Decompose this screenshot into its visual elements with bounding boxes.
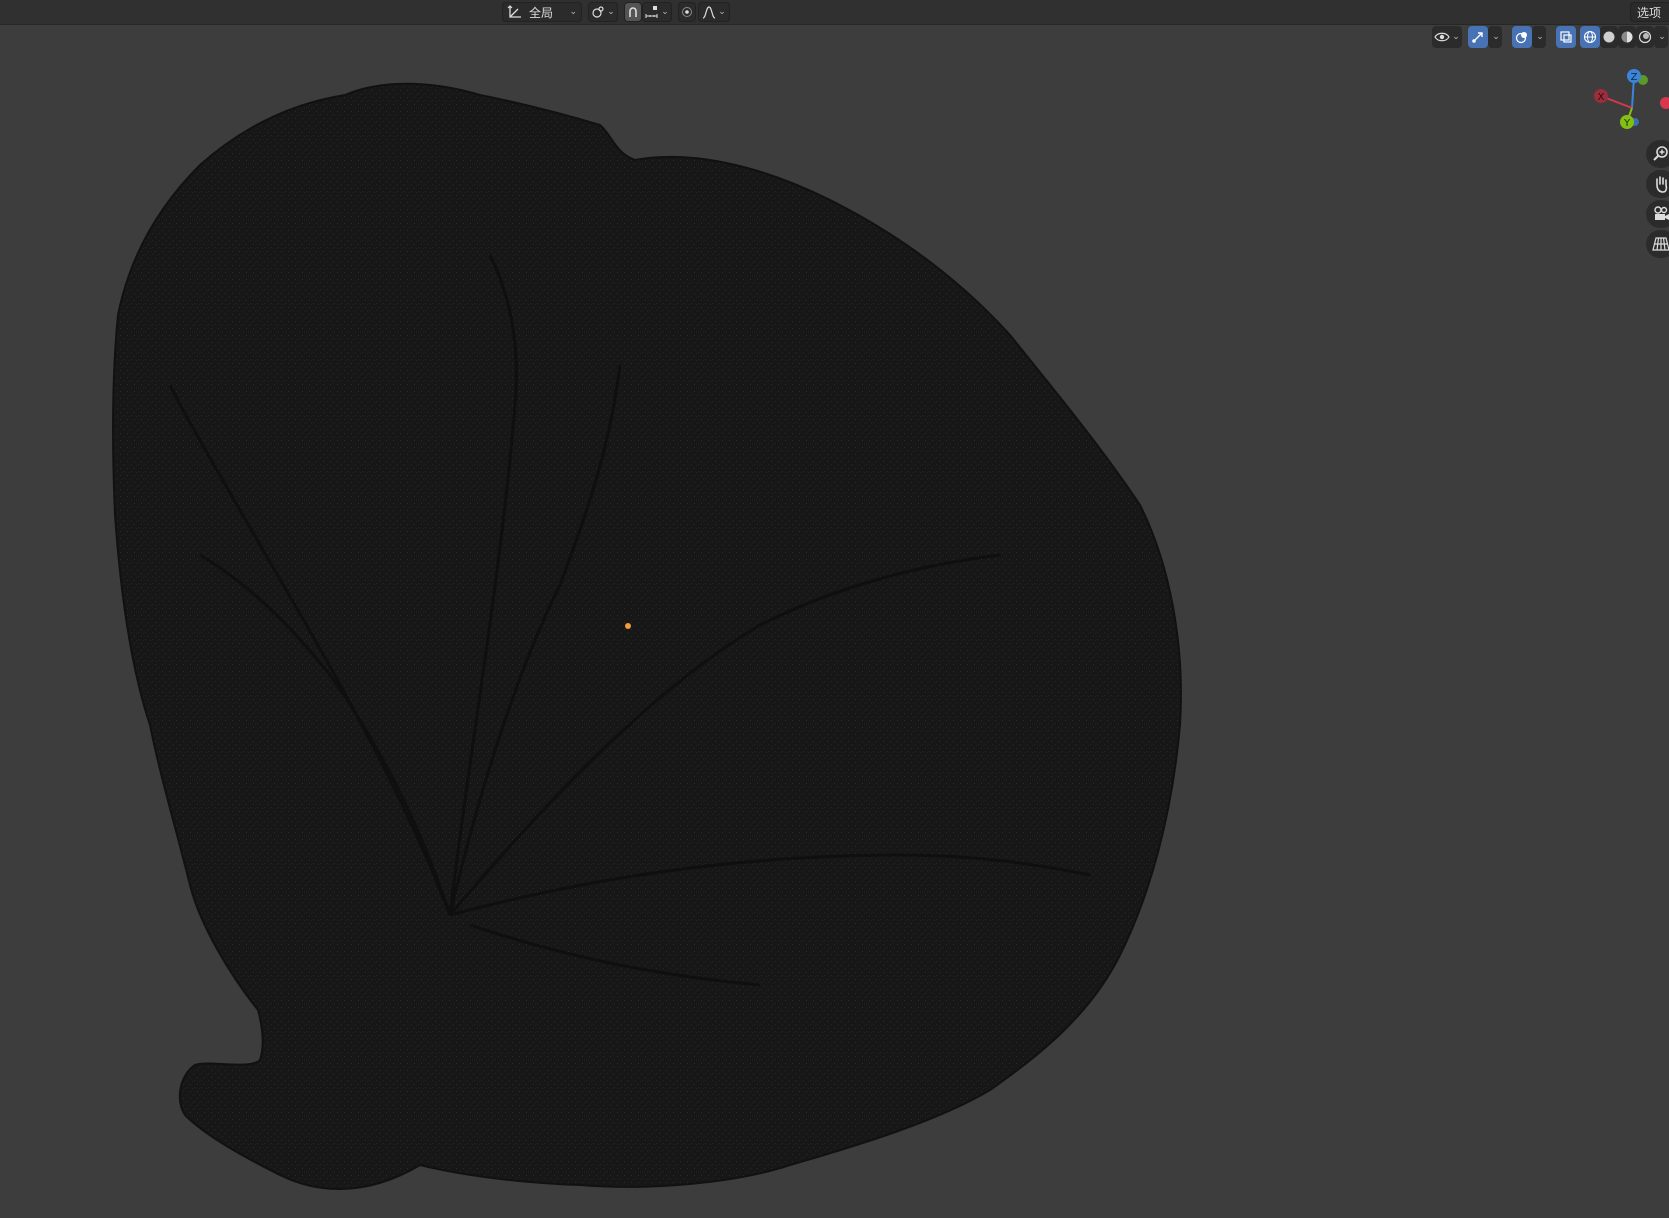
x-axis-label: X xyxy=(1598,92,1605,103)
gizmo-dropdown[interactable]: ⌄ xyxy=(1488,26,1502,48)
snap-target-dropdown[interactable]: ⌄ xyxy=(642,2,672,22)
transform-orientation-dropdown[interactable]: 全局 ⌄ xyxy=(502,2,582,22)
chevron-down-icon: ⌄ xyxy=(1658,32,1666,42)
chevron-down-icon: ⌄ xyxy=(1452,32,1460,42)
solid-shading-icon xyxy=(1603,31,1615,43)
z-axis-label: Z xyxy=(1631,72,1638,83)
ortho-grid-icon xyxy=(1652,237,1669,251)
snap-toggle[interactable] xyxy=(624,2,642,22)
3d-viewport[interactable]: ⌄ ⌄ ⌄ ⌄ Z X Y xyxy=(0,25,1669,1218)
camera-icon xyxy=(1654,206,1669,220)
chevron-down-icon: ⌄ xyxy=(1536,32,1544,42)
zoom-button[interactable] xyxy=(1646,140,1669,168)
material-shading-button[interactable] xyxy=(1618,26,1636,48)
chevron-down-icon: ⌄ xyxy=(607,7,615,17)
overlays-dropdown[interactable]: ⌄ xyxy=(1532,26,1546,48)
snap-icon xyxy=(629,7,637,17)
rendered-shading-icon xyxy=(1638,30,1652,44)
pan-hand-icon xyxy=(1656,176,1668,193)
pivot-point-icon xyxy=(592,6,604,18)
options-dropdown[interactable]: 选项 xyxy=(1630,2,1669,22)
chevron-down-icon: ⌄ xyxy=(661,7,669,17)
pivot-point-dropdown[interactable]: ⌄ xyxy=(588,2,618,22)
smooth-falloff-icon xyxy=(702,6,716,19)
options-label: 选项 xyxy=(1637,5,1662,20)
wireframe-shading-button[interactable] xyxy=(1580,26,1600,48)
chevron-down-icon: ⌄ xyxy=(1492,32,1500,42)
xray-icon xyxy=(1560,31,1572,43)
navigation-gizmo[interactable]: Z X Y xyxy=(1589,65,1669,135)
neg-x-axis-handle[interactable] xyxy=(1660,97,1669,109)
chevron-down-icon: ⌄ xyxy=(569,7,577,17)
overlays-toggle[interactable] xyxy=(1512,26,1532,48)
solid-shading-button[interactable] xyxy=(1600,26,1618,48)
proportional-editing-icon xyxy=(682,7,692,17)
camera-view-button[interactable] xyxy=(1646,200,1669,228)
transform-orientation-label: 全局 xyxy=(529,5,554,20)
proportional-falloff-dropdown[interactable]: ⌄ xyxy=(698,2,730,22)
snap-increment-icon xyxy=(645,6,658,18)
rendered-shading-button[interactable] xyxy=(1636,26,1654,48)
eye-icon xyxy=(1434,32,1450,42)
zoom-icon xyxy=(1653,146,1668,161)
wireframe-shading-icon xyxy=(1583,30,1597,44)
pan-button[interactable] xyxy=(1646,170,1669,198)
ortho-toggle-button[interactable] xyxy=(1646,230,1669,258)
xray-toggle[interactable] xyxy=(1556,26,1576,48)
shading-dropdown[interactable]: ⌄ xyxy=(1654,26,1668,48)
leaf-outline xyxy=(112,82,1182,1190)
y-axis-label: Y xyxy=(1623,118,1631,129)
overlays-icon xyxy=(1515,32,1527,44)
gizmo-toggle[interactable] xyxy=(1468,26,1488,48)
proportional-editing-toggle[interactable] xyxy=(678,2,696,22)
object-origin xyxy=(625,623,631,629)
material-shading-icon xyxy=(1621,31,1633,43)
gizmo-icon xyxy=(1472,32,1483,43)
visibility-dropdown[interactable]: ⌄ xyxy=(1432,26,1462,48)
viewport-header: 全局 ⌄ ⌄ ⌄ ⌄ 选项 xyxy=(0,0,1669,25)
transform-orientation-icon xyxy=(507,5,521,18)
leaf-mesh[interactable] xyxy=(0,25,1669,1218)
chevron-down-icon: ⌄ xyxy=(718,7,726,17)
